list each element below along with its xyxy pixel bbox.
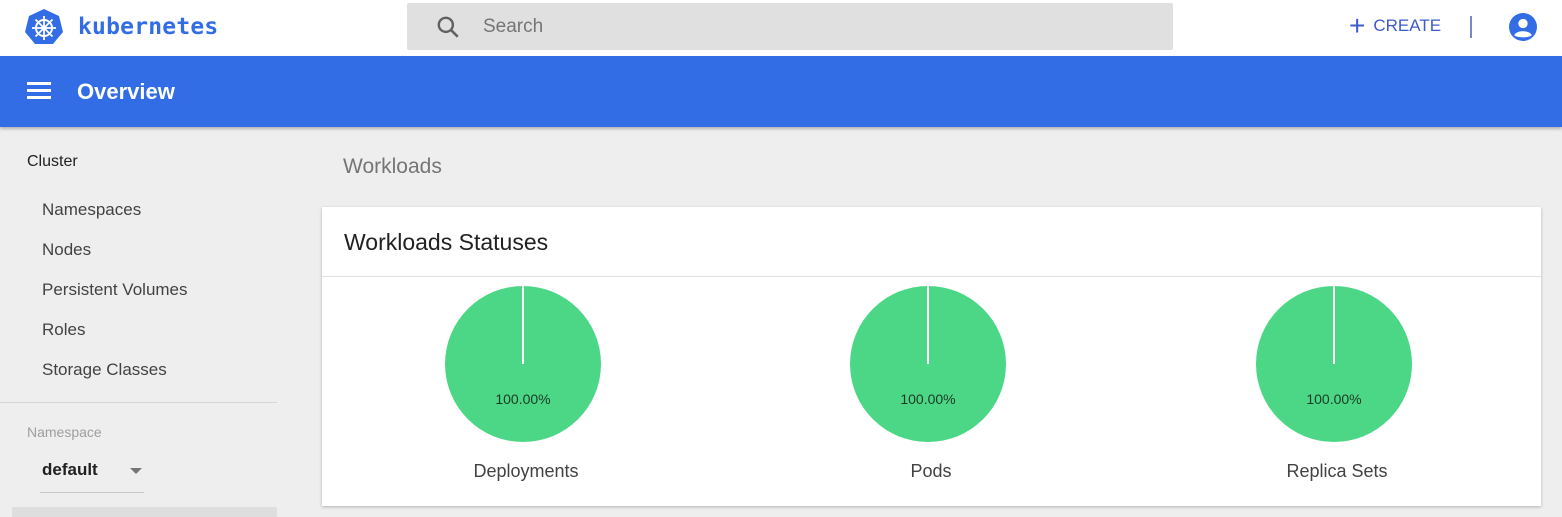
create-button[interactable]: + CREATE [1349,12,1441,40]
card-divider [322,276,1541,277]
card-title: Workloads Statuses [344,229,549,255]
page-toolbar: Overview [0,56,1562,127]
brand-name: kubernetes [78,14,219,40]
sidebar-item-namespaces[interactable]: Namespaces [42,200,141,220]
page-title: Overview [77,79,175,104]
kubernetes-logo[interactable]: kubernetes [24,8,218,46]
pie-svg-replica-sets: 100.00% [1256,286,1412,442]
pie-svg-deployments: 100.00% [445,286,601,442]
workloads-heading: Workloads [343,155,442,178]
sidebar-item-nodes[interactable]: Nodes [42,240,91,260]
dropdown-caret-icon [130,468,142,474]
pie-percentage-label: 100.00% [1306,391,1361,407]
create-label: CREATE [1373,16,1442,35]
pie-title-pods: Pods [910,461,952,481]
kubernetes-wheel-icon [25,9,63,44]
pie-percentage-label: 100.00% [900,391,955,407]
account-icon[interactable] [1509,13,1537,41]
toolbar-divider [1470,16,1472,38]
sidebar-item-persistent-volumes[interactable]: Persistent Volumes [42,280,188,300]
namespace-label: Namespace [27,424,102,440]
pie-svg-pods: 100.00% [850,286,1006,442]
pie-title-deployments: Deployments [473,461,579,481]
pie-percentage-label: 100.00% [495,391,550,407]
search-input[interactable] [483,15,1143,38]
top-bar: kubernetes + CREATE [0,0,1562,56]
search-icon [437,16,459,38]
plus-icon: + [1349,10,1366,41]
sidebar-next-item[interactable] [12,507,277,517]
search-bar[interactable] [407,3,1173,50]
hamburger-menu-icon[interactable] [27,82,51,100]
pie-chart-replica-sets[interactable]: 100.00% Replica Sets [1252,285,1422,495]
pie-title-replica-sets: Replica Sets [1286,461,1388,481]
pie-chart-deployments[interactable]: 100.00% Deployments [441,285,611,495]
workloads-status-card: Workloads Statuses 100.00% Deployments 1… [322,207,1541,506]
namespace-value: default [42,460,98,479]
sidebar-item-roles[interactable]: Roles [42,320,85,340]
sidebar-item-storage-classes[interactable]: Storage Classes [42,360,167,380]
pie-chart-pods[interactable]: 100.00% Pods [846,285,1016,495]
sidebar-divider [0,402,277,403]
sidebar: Cluster Namespaces Nodes Persistent Volu… [0,127,290,517]
namespace-select[interactable]: default [40,457,144,493]
sidebar-section-cluster[interactable]: Cluster [27,153,78,171]
